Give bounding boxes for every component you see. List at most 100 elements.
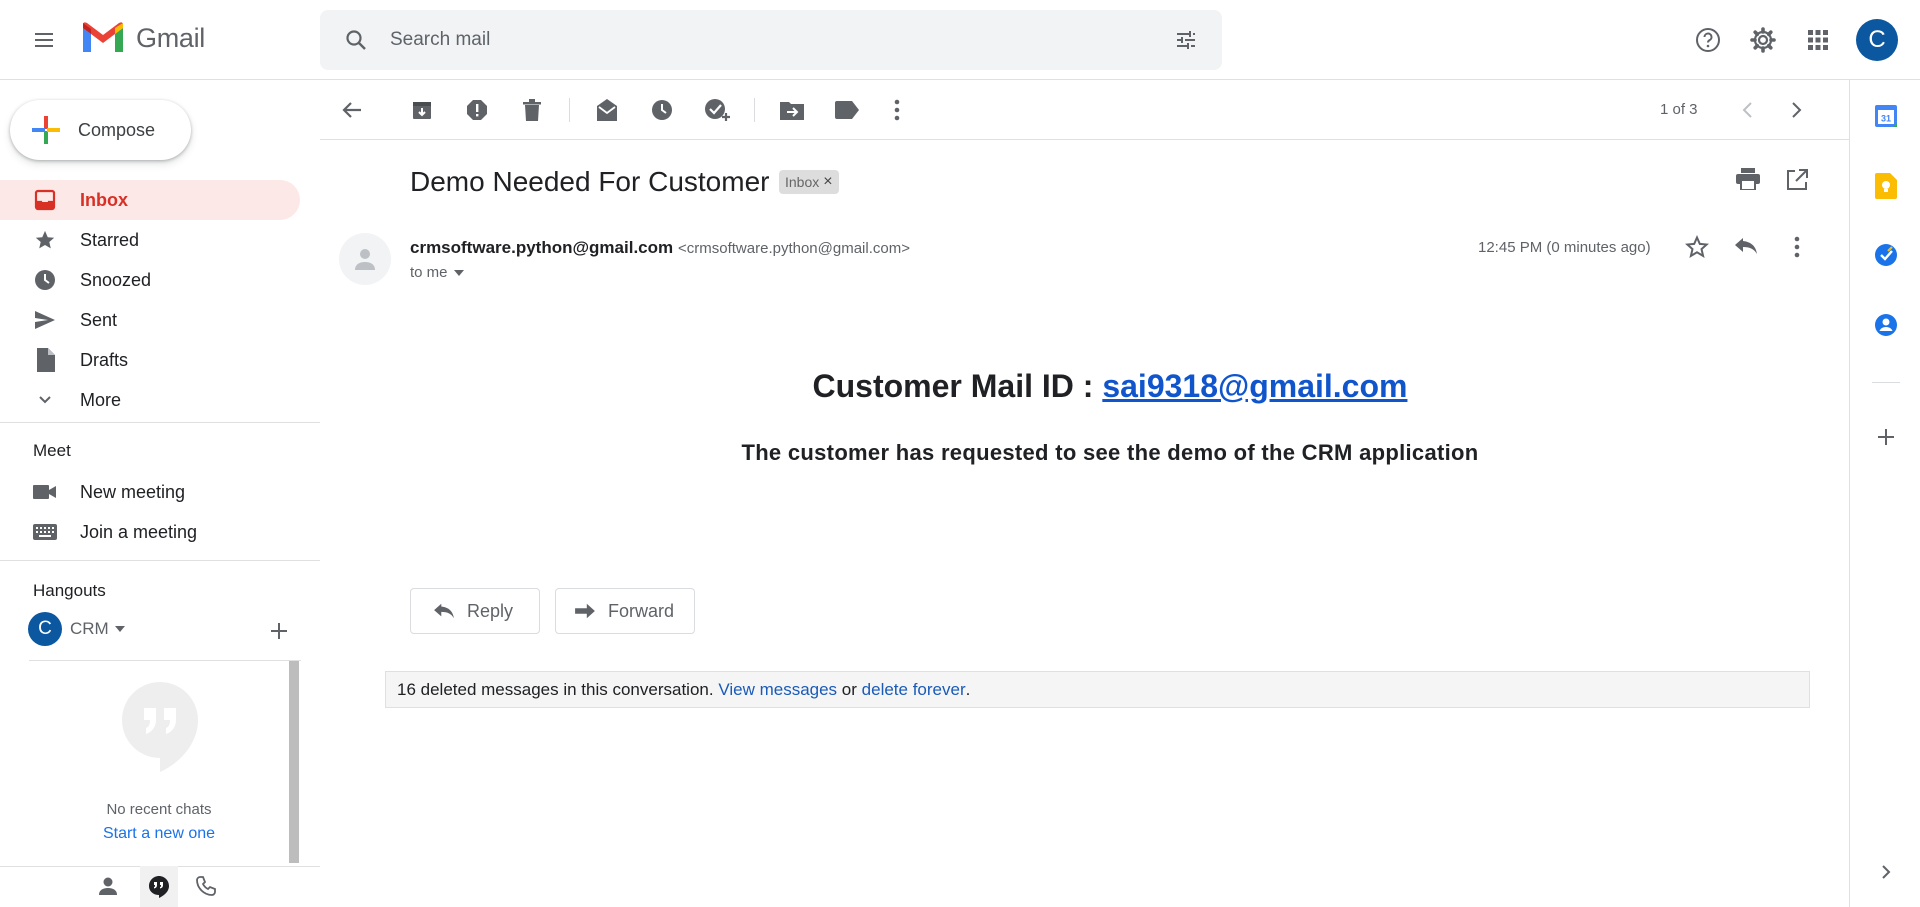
message-more-button[interactable] — [1794, 236, 1800, 258]
sidebar-divider — [0, 560, 320, 561]
compose-button[interactable]: Compose — [10, 100, 191, 160]
inbox-label-chip: Inbox × — [779, 170, 839, 194]
more-actions-button[interactable] — [879, 92, 915, 128]
send-icon — [35, 311, 55, 329]
account-avatar[interactable]: C — [1856, 19, 1898, 61]
side-panel-rail: 31 — [1849, 80, 1920, 907]
keep-app-button[interactable] — [1871, 171, 1901, 201]
sidebar-item-sent[interactable]: Sent — [0, 300, 300, 340]
snooze-button[interactable] — [644, 92, 680, 128]
labels-button[interactable] — [829, 92, 865, 128]
recipient-text: to me — [410, 264, 448, 281]
sidebar-item-more[interactable]: More — [0, 380, 300, 420]
show-side-panel-button[interactable] — [1871, 857, 1901, 887]
report-spam-button[interactable] — [459, 92, 495, 128]
sidebar-item-label: More — [80, 389, 122, 410]
keyboard-icon — [33, 524, 57, 540]
sender-avatar[interactable] — [339, 233, 391, 285]
remove-label-icon[interactable]: × — [823, 173, 832, 191]
reply-icon — [1735, 238, 1757, 254]
main-menu-button[interactable] — [20, 16, 68, 64]
move-to-button[interactable] — [774, 92, 810, 128]
sidebar-item-join-meeting[interactable]: Join a meeting — [0, 512, 300, 552]
forward-action-button[interactable]: Forward — [555, 588, 695, 634]
search-input[interactable]: Search mail — [390, 29, 1162, 51]
phone-tab[interactable] — [196, 876, 216, 896]
older-button[interactable] — [1779, 92, 1815, 128]
view-messages-link[interactable]: View messages — [718, 680, 837, 700]
sidebar-item-snoozed[interactable]: Snoozed — [0, 260, 300, 300]
clock-icon — [35, 270, 55, 290]
app-name: Gmail — [136, 22, 206, 53]
sidebar-item-inbox[interactable]: Inbox — [0, 180, 300, 220]
get-addons-button[interactable] — [1871, 422, 1901, 452]
open-in-new-icon — [1787, 169, 1808, 190]
message-body-heading: Customer Mail ID : sai9318@gmail.com — [410, 368, 1810, 405]
new-conversation-button[interactable] — [268, 620, 290, 642]
search-bar[interactable]: Search mail — [320, 10, 1222, 70]
hangouts-status-dropdown[interactable]: CRM — [70, 619, 125, 639]
archive-button[interactable] — [404, 92, 440, 128]
search-button[interactable] — [332, 16, 380, 64]
sidebar-item-starred[interactable]: Starred — [0, 220, 300, 260]
recipient-details-toggle[interactable]: to me — [410, 264, 464, 281]
mark-as-unread-button[interactable] — [589, 92, 625, 128]
chevron-down-icon — [39, 396, 51, 404]
trash-icon — [523, 99, 541, 121]
body-heading-prefix: Customer Mail ID : — [812, 368, 1103, 404]
video-icon — [33, 485, 56, 499]
contacts-app-button[interactable] — [1871, 310, 1901, 340]
add-to-tasks-button[interactable] — [699, 92, 735, 128]
start-new-chat-link[interactable]: Start a new one — [0, 825, 318, 843]
newer-button[interactable] — [1729, 92, 1765, 128]
calendar-app-button[interactable]: 31 — [1871, 101, 1901, 131]
arrow-back-icon — [342, 102, 361, 118]
chat-list-scrollbar[interactable] — [289, 661, 299, 863]
sidebar-item-label: Snoozed — [80, 269, 152, 290]
caret-down-icon — [453, 269, 464, 276]
search-options-button[interactable] — [1162, 16, 1210, 64]
mark-unread-icon — [597, 99, 617, 121]
no-recent-chats-text: No recent chats — [106, 801, 212, 818]
phone-icon — [196, 876, 216, 896]
chevron-right-icon — [1792, 102, 1802, 118]
support-button[interactable] — [1684, 16, 1732, 64]
reply-action-button[interactable]: Reply — [410, 588, 540, 634]
back-button[interactable] — [334, 92, 370, 128]
tasks-app-button[interactable] — [1871, 240, 1901, 270]
more-vert-icon — [894, 99, 900, 121]
gmail-logo[interactable]: Gmail — [80, 20, 205, 56]
star-button[interactable] — [1685, 235, 1709, 259]
clock-icon — [652, 100, 672, 120]
plus-icon — [271, 623, 287, 639]
hangouts-user-avatar[interactable]: C — [28, 612, 62, 646]
period-text: . — [965, 679, 971, 699]
contacts-tab[interactable] — [98, 876, 118, 896]
print-icon — [1736, 168, 1760, 190]
star-outline-icon — [1685, 235, 1709, 258]
sender-name[interactable]: crmsoftware.python@gmail.com — [410, 238, 673, 258]
settings-button[interactable] — [1739, 16, 1787, 64]
reply-button[interactable] — [1734, 236, 1758, 256]
inbox-icon — [34, 189, 56, 211]
sidebar-item-label: Drafts — [80, 349, 129, 370]
pagination-count: 1 of 3 — [1660, 101, 1698, 118]
apps-grid-icon — [1808, 30, 1828, 50]
hangouts-tab[interactable] — [140, 866, 178, 907]
person-icon — [99, 877, 117, 895]
hamburger-menu-icon — [35, 33, 53, 47]
tasks-icon — [1875, 244, 1897, 266]
person-icon — [355, 249, 375, 270]
plus-icon — [1878, 429, 1894, 445]
customer-email-link[interactable]: sai9318@gmail.com — [1102, 368, 1407, 404]
compose-label: Compose — [78, 119, 156, 140]
sidebar-item-new-meeting[interactable]: New meeting — [0, 472, 300, 512]
open-in-new-window-button[interactable] — [1786, 169, 1808, 191]
meet-section-title: Meet — [33, 441, 71, 460]
google-apps-button[interactable] — [1794, 16, 1842, 64]
sidebar-item-drafts[interactable]: Drafts — [0, 340, 300, 380]
delete-button[interactable] — [514, 92, 550, 128]
delete-forever-link[interactable]: delete forever — [862, 680, 966, 700]
print-all-button[interactable] — [1736, 168, 1760, 190]
search-icon — [346, 30, 366, 50]
